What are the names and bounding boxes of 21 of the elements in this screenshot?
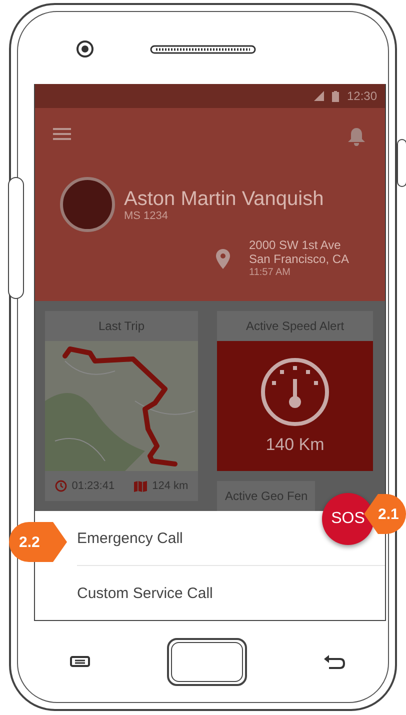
menu-item[interactable]: Emergency Call (77, 511, 203, 565)
menu-key-icon[interactable] (70, 656, 90, 667)
speaker-grille-icon (150, 44, 256, 54)
menu-item[interactable]: Custom Service Call (77, 566, 233, 620)
vehicle-plate: MS 1234 (124, 210, 170, 222)
signal-icon (314, 91, 324, 101)
clock-icon (54, 480, 67, 492)
speed-limit-value: 140 Km (266, 435, 324, 455)
menu-icon[interactable] (53, 128, 71, 140)
vehicle-name: Aston Martin Vanquish (124, 188, 324, 210)
address-line: San Francisco, CA (249, 252, 350, 266)
speedometer-icon (260, 357, 330, 427)
location-pin-icon (216, 248, 230, 268)
back-icon[interactable] (324, 654, 346, 668)
home-button[interactable] (167, 638, 247, 686)
battery-icon (332, 90, 339, 102)
camera-icon (76, 40, 94, 58)
map-icon (134, 480, 148, 492)
location-time: 11:57 AM (249, 266, 292, 279)
address-line: 2000 SW 1st Ave (249, 238, 342, 252)
status-time: 12:30 (346, 89, 377, 103)
